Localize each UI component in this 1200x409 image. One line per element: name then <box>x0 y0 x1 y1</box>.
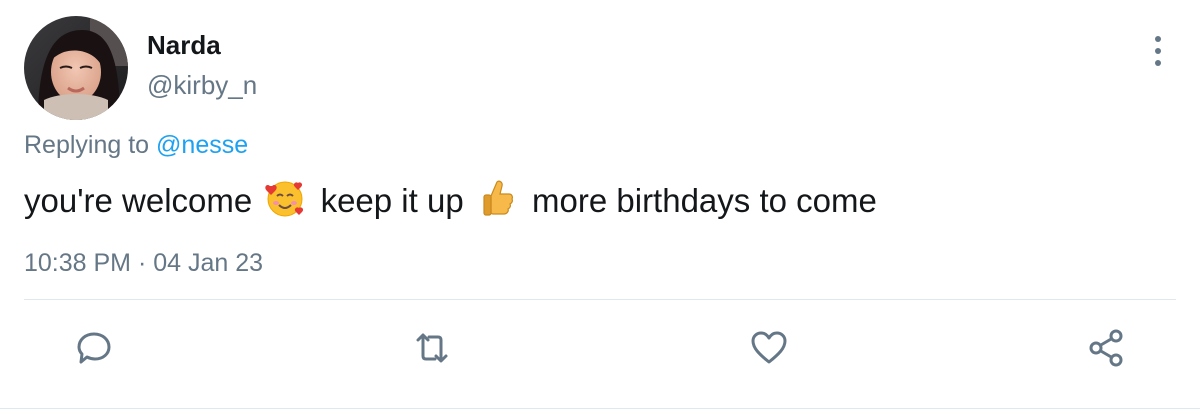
tweet-date[interactable]: 04 Jan 23 <box>153 249 263 277</box>
divider <box>24 299 1176 300</box>
user-names: Narda @kirby_n <box>147 16 257 120</box>
reply-mention-link[interactable]: @nesse <box>156 131 248 159</box>
avatar-photo <box>24 16 128 120</box>
reply-button[interactable] <box>70 324 118 372</box>
display-name[interactable]: Narda <box>147 28 257 62</box>
dot <box>1155 36 1161 42</box>
reply-icon <box>77 332 111 364</box>
share-icon <box>1089 329 1123 367</box>
replying-to: Replying to @nesse <box>24 128 248 162</box>
tweet-header: Narda @kirby_n <box>24 16 257 120</box>
replying-prefix: Replying to <box>24 131 150 159</box>
like-icon <box>751 331 787 364</box>
tweet-text: you're welcome keep it up more birthdays… <box>24 176 877 223</box>
tweet-time[interactable]: 10:38 PM <box>24 249 131 277</box>
user-handle[interactable]: @kirby_n <box>147 68 257 102</box>
avatar[interactable] <box>24 16 128 120</box>
retweet-button[interactable] <box>408 324 456 372</box>
tweet-text-part1: you're welcome <box>24 182 253 219</box>
retweet-icon <box>416 333 448 363</box>
dot <box>1155 60 1161 66</box>
tweet-timestamp: 10:38 PM · 04 Jan 23 <box>24 246 263 280</box>
thumbs-up-icon <box>483 180 513 216</box>
timestamp-separator: · <box>137 249 147 277</box>
tweet-text-part2: keep it up <box>320 182 464 219</box>
tweet-text-part3: more birthdays to come <box>532 182 877 219</box>
action-bar <box>0 322 1200 378</box>
share-button[interactable] <box>1082 324 1130 372</box>
tweet-card: Narda @kirby_n Replying to @nesse you're… <box>0 0 1200 409</box>
like-button[interactable] <box>745 324 793 372</box>
smiling-face-with-hearts-icon <box>265 181 304 217</box>
more-options-icon[interactable] <box>1146 36 1170 66</box>
dot <box>1155 48 1161 54</box>
